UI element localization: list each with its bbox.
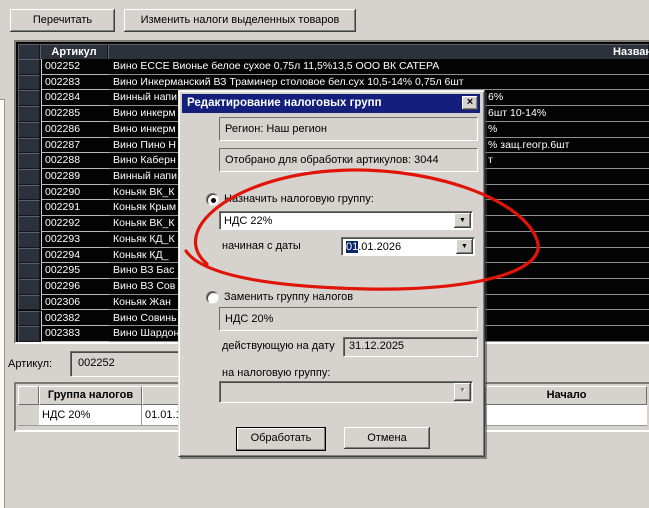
row-selector-cell[interactable] [18, 122, 40, 138]
row-selector-cell[interactable] [18, 59, 40, 75]
chevron-down-icon[interactable]: ▼ [456, 239, 473, 254]
reread-button[interactable]: Перечитать [10, 9, 115, 32]
close-icon[interactable]: × [462, 96, 478, 110]
row-selector-cell[interactable] [18, 216, 40, 232]
product-art: 002295 [41, 263, 112, 279]
row-selector-cell[interactable] [18, 200, 40, 216]
product-name: Вино ЕССЕ Вионье белое сухое 0,75л 11,5%… [109, 59, 649, 75]
edit-tax-groups-dialog: Редактирование налоговых групп × Регион:… [178, 90, 485, 457]
product-art: 002306 [41, 295, 112, 311]
tax-row-start2[interactable] [486, 405, 647, 426]
effective-date-box: 31.12.2025 [343, 337, 478, 357]
dialog-titlebar[interactable]: Редактирование налоговых групп × [182, 94, 480, 113]
products-table-header: Артикул Название [18, 44, 649, 59]
radio-selected-dot [211, 198, 216, 203]
tax-header-start[interactable]: Начало [486, 386, 647, 405]
chevron-down-icon: ▼ [454, 383, 471, 401]
product-name-right: 6шт 10-14% [488, 106, 546, 121]
selected-count-box: Отобрано для обработки артикулов: 3044 [219, 148, 478, 172]
row-selector-cell[interactable] [18, 90, 40, 106]
product-art: 002382 [41, 311, 112, 327]
product-name-right: 6% [488, 90, 503, 105]
tax-row-group[interactable]: НДС 20% [39, 405, 142, 426]
date-selected-segment: 01 [346, 241, 358, 253]
tax-group-value: НДС 22% [224, 213, 272, 229]
product-art: 002296 [41, 279, 112, 295]
tax-header-group[interactable]: Группа налогов [39, 386, 142, 405]
header-name-label: Название [539, 45, 649, 59]
tax-header-selector[interactable] [18, 386, 39, 405]
assign-radio[interactable] [206, 193, 219, 206]
process-button[interactable]: Обработать [236, 427, 326, 451]
product-art: 002293 [41, 232, 112, 248]
product-art: 002294 [41, 248, 112, 264]
change-taxes-button[interactable]: Изменить налоги выделенных товаров [124, 9, 356, 32]
replace-group-box: НДС 20% [219, 307, 478, 331]
dialog-title: Редактирование налоговых групп [182, 94, 480, 113]
cancel-button[interactable]: Отмена [344, 427, 430, 449]
row-selector-cell[interactable] [18, 138, 40, 154]
chevron-down-icon[interactable]: ▼ [454, 213, 471, 228]
target-group-combobox: ▼ [219, 381, 473, 403]
start-date-value: 01.01.2026 [346, 239, 401, 255]
product-art: 002291 [41, 200, 112, 216]
tax-group-combobox[interactable]: НДС 22% ▼ [219, 211, 473, 230]
header-name[interactable]: Название [108, 44, 649, 60]
product-art: 002288 [41, 153, 112, 169]
product-name-right: % [488, 122, 497, 137]
effective-date-label: действующую на дату [222, 340, 335, 352]
row-selector-cell[interactable] [18, 295, 40, 311]
start-date-field[interactable]: 01.01.2026 ▼ [341, 237, 475, 256]
product-art: 002292 [41, 216, 112, 232]
row-selector-cell[interactable] [18, 248, 40, 264]
product-name: Вино Инкерманский ВЗ Траминер столовое б… [109, 75, 649, 91]
row-selector-cell[interactable] [18, 311, 40, 327]
header-selector-cell[interactable] [18, 44, 40, 60]
row-selector-cell[interactable] [18, 185, 40, 201]
row-selector-cell[interactable] [18, 106, 40, 122]
replace-radio-label: Заменить группу налогов [224, 291, 353, 303]
product-art: 002252 [41, 59, 112, 75]
table-row[interactable]: 002283 Вино Инкерманский ВЗ Траминер сто… [18, 75, 649, 91]
product-art: 002284 [41, 90, 112, 106]
product-art: 002285 [41, 106, 112, 122]
row-selector-cell[interactable] [18, 279, 40, 295]
assign-radio-label: Назначить налоговую группу: [224, 193, 374, 205]
product-name-right: % защ.геогр.6шт [488, 138, 569, 153]
row-selector-cell[interactable] [18, 232, 40, 248]
table-row[interactable]: 002252 Вино ЕССЕ Вионье белое сухое 0,75… [18, 59, 649, 75]
product-art: 002383 [41, 326, 112, 342]
replace-radio[interactable] [206, 291, 219, 304]
product-art: 002287 [41, 138, 112, 154]
row-selector-cell[interactable] [18, 153, 40, 169]
product-name-right: т [488, 153, 493, 168]
date-rest-segment: .01.2026 [358, 241, 401, 253]
target-group-label: на налоговую группу: [222, 367, 330, 379]
tax-row-selector[interactable] [18, 405, 40, 426]
start-date-label: начиная с даты [222, 240, 301, 252]
background-window-edge [0, 99, 5, 508]
product-art: 002286 [41, 122, 112, 138]
region-box: Регион: Наш регион [219, 117, 478, 141]
row-selector-cell[interactable] [18, 75, 40, 91]
row-selector-cell[interactable] [18, 326, 40, 342]
row-selector-cell[interactable] [18, 169, 40, 185]
row-selector-cell[interactable] [18, 263, 40, 279]
header-art[interactable]: Артикул [40, 44, 108, 60]
artikul-label: Артикул: [8, 358, 52, 370]
product-art: 002289 [41, 169, 112, 185]
product-art: 002283 [41, 75, 112, 91]
product-art: 002290 [41, 185, 112, 201]
